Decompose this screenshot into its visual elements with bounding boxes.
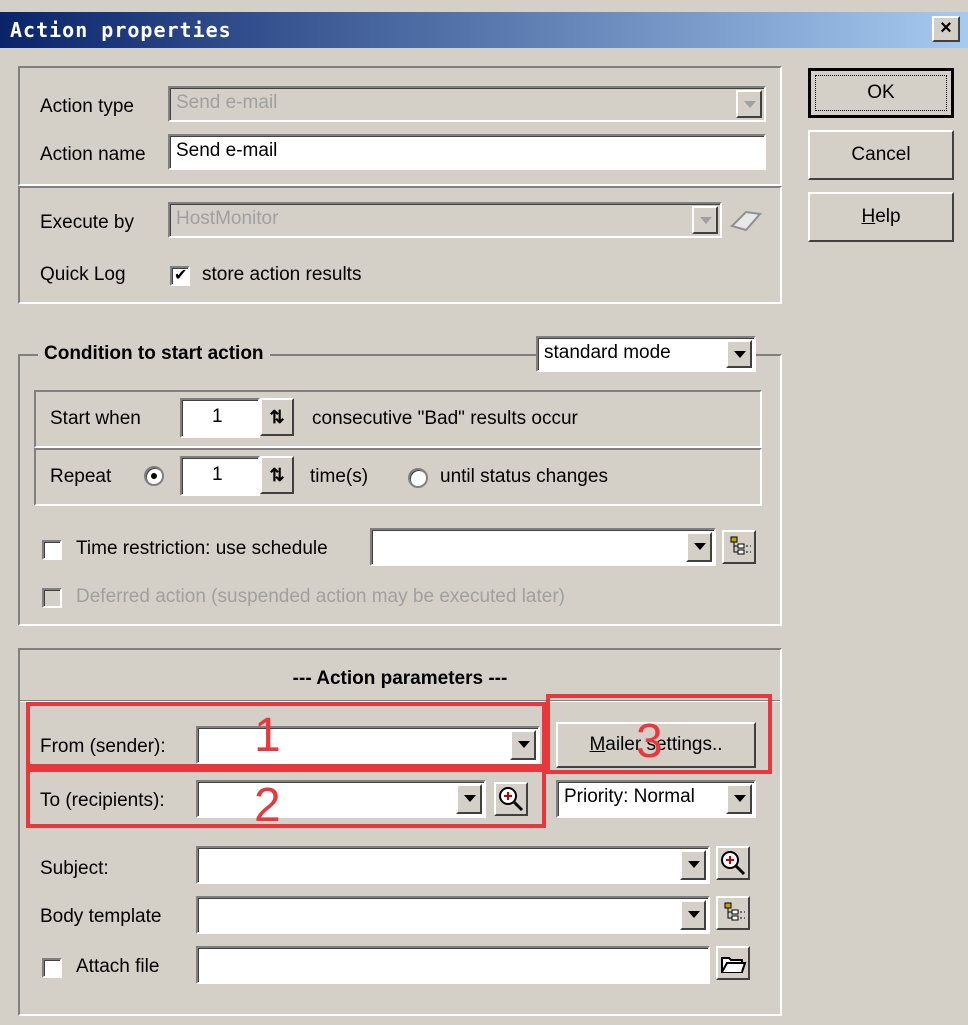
time-restriction-checkbox[interactable] [42, 540, 62, 560]
window-title: Action properties [10, 18, 232, 42]
action-type-value: Send e-mail [176, 92, 278, 113]
deferred-label: Deferred action (suspended action may be… [76, 586, 565, 607]
execute-by-select[interactable]: HostMonitor [168, 202, 722, 238]
annotation-2: 2 [254, 779, 281, 832]
schedule-select[interactable] [370, 528, 716, 566]
cancel-button[interactable]: Cancel [808, 130, 954, 180]
ok-label: OK [815, 75, 947, 111]
until-radio[interactable] [408, 468, 428, 488]
chevron-down-icon[interactable] [726, 784, 752, 814]
time-restriction-label: Time restriction: use schedule [76, 538, 328, 559]
open-folder-icon[interactable] [716, 946, 750, 980]
repeat-radio[interactable] [144, 466, 164, 486]
dialog-window: Action properties × OK Cancel Help Actio… [0, 0, 968, 1025]
zoom-icon[interactable] [716, 846, 750, 880]
action-type-label: Action type [40, 96, 134, 117]
template-tree-icon[interactable] [716, 896, 750, 930]
start-when-field[interactable]: 1 [180, 398, 260, 438]
chevron-down-icon[interactable] [686, 532, 712, 562]
help-accel: H [861, 206, 876, 227]
attach-file-field[interactable] [196, 946, 710, 984]
attach-file-checkbox[interactable] [42, 958, 62, 978]
repeat-field[interactable]: 1 [180, 456, 260, 496]
mode-value: standard mode [544, 342, 671, 363]
priority-value: Priority: Normal [564, 786, 695, 807]
subject-label: Subject: [40, 858, 109, 879]
mode-select[interactable]: standard mode [536, 336, 756, 372]
quick-log-label: Quick Log [40, 264, 126, 285]
chevron-down-icon[interactable] [692, 206, 718, 234]
spin-icon[interactable]: ⇅ [260, 398, 294, 436]
chevron-down-icon[interactable] [726, 340, 752, 368]
attach-file-label: Attach file [76, 956, 160, 977]
body-template-select[interactable] [196, 896, 710, 934]
subject-select[interactable] [196, 846, 710, 884]
deferred-checkbox[interactable] [42, 588, 62, 608]
repeat-suffix: time(s) [310, 466, 369, 487]
action-name-field[interactable]: Send e-mail [168, 134, 766, 170]
start-when-label: Start when [50, 408, 141, 429]
repeat-label: Repeat [50, 466, 112, 487]
body-template-label: Body template [40, 906, 162, 927]
close-button[interactable]: × [932, 16, 960, 42]
chevron-down-icon[interactable] [680, 900, 706, 930]
annotation-3: 3 [636, 715, 663, 768]
quick-log-check-label: store action results [202, 264, 362, 285]
chevron-down-icon[interactable] [736, 90, 762, 118]
condition-caption: Condition to start action [38, 343, 270, 365]
start-when-suffix: consecutive "Bad" results occur [312, 408, 578, 429]
ok-button[interactable]: OK [808, 68, 954, 118]
agent-icon[interactable] [728, 204, 764, 236]
until-label: until status changes [440, 466, 608, 487]
priority-select[interactable]: Priority: Normal [556, 780, 756, 818]
action-name-value: Send e-mail [176, 140, 278, 161]
execute-by-label: Execute by [40, 212, 134, 233]
schedule-tree-icon[interactable] [722, 530, 756, 564]
action-type-select[interactable]: Send e-mail [168, 86, 766, 122]
start-when-value: 1 [212, 406, 223, 427]
annotation-1: 1 [254, 709, 281, 762]
quick-log-checkbox[interactable] [170, 265, 190, 286]
title-bar[interactable]: Action properties × [0, 12, 968, 48]
help-label: elp [875, 206, 901, 227]
spin-icon[interactable]: ⇅ [260, 456, 294, 494]
annotation-box-1 [26, 702, 546, 768]
params-caption: --- Action parameters --- [292, 668, 508, 689]
action-name-label: Action name [40, 144, 146, 165]
chevron-down-icon[interactable] [680, 850, 706, 880]
annotation-box-2 [26, 768, 546, 828]
execute-by-value: HostMonitor [176, 208, 279, 229]
repeat-value: 1 [212, 464, 223, 485]
help-button[interactable]: Help [808, 192, 954, 242]
